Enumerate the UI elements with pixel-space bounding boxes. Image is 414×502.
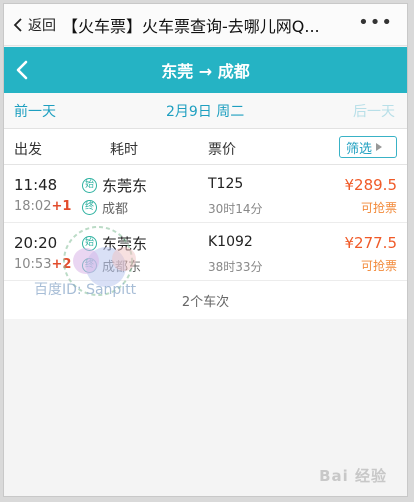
more-options-icon[interactable]: •••: [358, 14, 393, 32]
phone-screen: 返回 【火车票】火车票查询-去哪儿网Q... ••• 东莞 → 成都 前一天 2…: [3, 3, 408, 497]
arrival-time: 18:02+1: [14, 199, 71, 214]
end-badge-icon: 终: [82, 200, 97, 215]
availability-status: 可抢票: [360, 201, 397, 215]
next-day-button[interactable]: 后一天: [353, 101, 395, 121]
column-price[interactable]: 票价: [208, 139, 236, 159]
chevron-left-icon: [13, 17, 22, 32]
train-row-k1092[interactable]: 20:20 10:53+2 始 东莞东 终 成都东 K1092 38时33分 ¥…: [4, 223, 407, 281]
terminal-station: 终 成都东: [82, 256, 141, 275]
route-nav-bar: 东莞 → 成都: [4, 47, 407, 93]
triangle-right-icon: [376, 143, 383, 151]
ticket-price: ¥289.5: [344, 176, 398, 194]
arrival-time-value: 18:02: [14, 199, 52, 214]
start-badge-icon: 始: [82, 178, 97, 193]
terminal-station: 终 成都: [82, 198, 128, 217]
travel-duration: 30时14分: [208, 202, 263, 216]
start-badge-icon: 始: [82, 236, 97, 251]
ticket-price: ¥277.5: [344, 234, 398, 252]
filter-label: 筛选: [346, 141, 373, 157]
departure-time: 20:20: [14, 234, 58, 252]
route-title: 东莞 → 成都: [161, 62, 250, 81]
column-header-row: 出发 耗时 票价 筛选: [4, 129, 407, 165]
wechat-back-button[interactable]: 返回: [4, 4, 62, 45]
wechat-top-bar: 返回 【火车票】火车票查询-去哪儿网Q... •••: [4, 4, 407, 46]
wechat-back-label: 返回: [28, 17, 56, 34]
travel-duration: 38时33分: [208, 260, 263, 274]
arrival-time-value: 10:53: [14, 257, 52, 272]
nav-back-icon[interactable]: [10, 57, 36, 83]
baidu-jingyan-logo: Bai 经验: [319, 467, 387, 485]
current-date-button[interactable]: 2月9日 周二: [166, 101, 244, 121]
train-row-t125[interactable]: 11:48 18:02+1 始 东莞东 终 成都 T125 30时14分 ¥28…: [4, 165, 407, 223]
origin-station-name: 东莞东: [102, 235, 148, 253]
date-selector: 前一天 2月9日 周二 后一天: [4, 93, 407, 129]
column-duration[interactable]: 耗时: [110, 139, 138, 159]
filter-button[interactable]: 筛选: [339, 136, 397, 158]
end-badge-icon: 终: [82, 258, 97, 273]
departure-time: 11:48: [14, 176, 58, 194]
train-number: K1092: [208, 234, 253, 250]
availability-status: 可抢票: [360, 259, 397, 273]
terminal-station-name: 成都: [102, 202, 129, 217]
arrival-time: 10:53+2: [14, 257, 71, 272]
terminal-station-name: 成都东: [102, 260, 142, 275]
day-offset: +2: [51, 257, 72, 272]
day-offset: +1: [51, 199, 72, 214]
prev-day-button[interactable]: 前一天: [14, 101, 56, 121]
origin-station: 始 东莞东: [82, 233, 147, 254]
column-depart[interactable]: 出发: [14, 139, 42, 159]
train-number: T125: [208, 176, 244, 192]
wechat-page-title: 【火车票】火车票查询-去哪儿网Q...: [62, 16, 320, 36]
origin-station: 始 东莞东: [82, 175, 147, 196]
train-count: 2个车次: [4, 281, 407, 319]
origin-station-name: 东莞东: [102, 177, 148, 195]
train-list: 11:48 18:02+1 始 东莞东 终 成都 T125 30时14分 ¥28…: [4, 165, 407, 319]
